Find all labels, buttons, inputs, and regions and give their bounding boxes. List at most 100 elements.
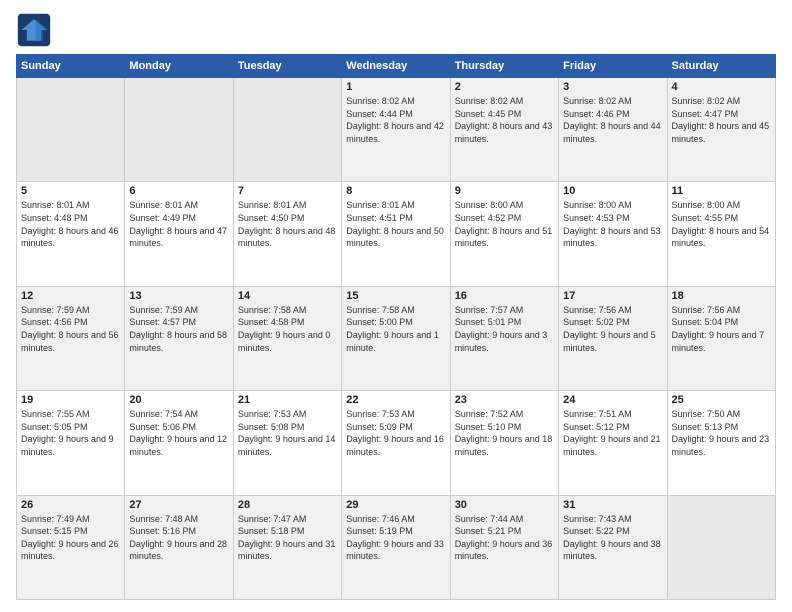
- day-number: 18: [672, 290, 771, 302]
- day-info: Sunrise: 8:02 AM Sunset: 4:45 PM Dayligh…: [455, 95, 554, 145]
- day-number: 15: [346, 290, 445, 302]
- day-info: Sunrise: 7:58 AM Sunset: 5:00 PM Dayligh…: [346, 304, 445, 354]
- day-info: Sunrise: 7:50 AM Sunset: 5:13 PM Dayligh…: [672, 408, 771, 458]
- day-info: Sunrise: 7:56 AM Sunset: 5:02 PM Dayligh…: [563, 304, 662, 354]
- day-number: 20: [129, 394, 228, 406]
- page: SundayMondayTuesdayWednesdayThursdayFrid…: [0, 0, 792, 612]
- weekday-header: Monday: [125, 55, 233, 78]
- day-number: 24: [563, 394, 662, 406]
- calendar-cell: 1 Sunrise: 8:02 AM Sunset: 4:44 PM Daylig…: [342, 78, 450, 182]
- day-number: 21: [238, 394, 337, 406]
- day-info: Sunrise: 8:02 AM Sunset: 4:46 PM Dayligh…: [563, 95, 662, 145]
- day-number: 14: [238, 290, 337, 302]
- calendar-cell: [17, 78, 125, 182]
- day-number: 6: [129, 185, 228, 197]
- calendar-cell: 31 Sunrise: 7:43 AM Sunset: 5:22 PM Dayli…: [559, 495, 667, 599]
- day-number: 27: [129, 499, 228, 511]
- day-info: Sunrise: 7:59 AM Sunset: 4:56 PM Dayligh…: [21, 304, 120, 354]
- day-number: 29: [346, 499, 445, 511]
- calendar-cell: [125, 78, 233, 182]
- day-info: Sunrise: 8:02 AM Sunset: 4:47 PM Dayligh…: [672, 95, 771, 145]
- day-number: 11: [672, 185, 771, 197]
- day-number: 12: [21, 290, 120, 302]
- day-number: 3: [563, 81, 662, 93]
- calendar-cell: 28Sunrise: 7:47 AM Sunset: 5:18 PM Dayli…: [233, 495, 341, 599]
- calendar-cell: 23 Sunrise: 7:52 AM Sunset: 5:10 PM Dayli…: [450, 391, 558, 495]
- calendar-cell: 6 Sunrise: 8:01 AM Sunset: 4:49 PM Daylig…: [125, 182, 233, 286]
- day-number: 16: [455, 290, 554, 302]
- day-info: Sunrise: 7:43 AM Sunset: 5:22 PM Dayligh…: [563, 513, 662, 563]
- day-info: Sunrise: 7:48 AM Sunset: 5:16 PM Dayligh…: [129, 513, 228, 563]
- day-number: 30: [455, 499, 554, 511]
- calendar-cell: 2Sunrise: 8:02 AM Sunset: 4:45 PM Daylig…: [450, 78, 558, 182]
- logo: [16, 12, 56, 48]
- calendar-cell: 4 Sunrise: 8:02 AM Sunset: 4:47 PM Daylig…: [667, 78, 775, 182]
- logo-icon: [16, 12, 52, 48]
- calendar-cell: 25 Sunrise: 7:50 AM Sunset: 5:13 PM Dayli…: [667, 391, 775, 495]
- calendar-cell: 14 Sunrise: 7:58 AM Sunset: 4:58 PM Dayli…: [233, 286, 341, 390]
- day-number: 25: [672, 394, 771, 406]
- day-info: Sunrise: 7:56 AM Sunset: 5:04 PM Dayligh…: [672, 304, 771, 354]
- day-info: Sunrise: 7:59 AM Sunset: 4:57 PM Dayligh…: [129, 304, 228, 354]
- calendar-cell: 10Sunrise: 8:00 AM Sunset: 4:53 PM Dayli…: [559, 182, 667, 286]
- calendar-cell: 30 Sunrise: 7:44 AM Sunset: 5:21 PM Dayli…: [450, 495, 558, 599]
- day-info: Sunrise: 7:46 AM Sunset: 5:19 PM Dayligh…: [346, 513, 445, 563]
- day-info: Sunrise: 7:52 AM Sunset: 5:10 PM Dayligh…: [455, 408, 554, 458]
- calendar-cell: [233, 78, 341, 182]
- day-info: Sunrise: 7:53 AM Sunset: 5:09 PM Dayligh…: [346, 408, 445, 458]
- day-number: 22: [346, 394, 445, 406]
- weekday-header: Friday: [559, 55, 667, 78]
- weekday-header: Wednesday: [342, 55, 450, 78]
- day-number: 1: [346, 81, 445, 93]
- calendar-cell: [667, 495, 775, 599]
- calendar-cell: 13 Sunrise: 7:59 AM Sunset: 4:57 PM Dayli…: [125, 286, 233, 390]
- header: [16, 12, 776, 48]
- calendar-cell: 18 Sunrise: 7:56 AM Sunset: 5:04 PM Dayli…: [667, 286, 775, 390]
- day-info: Sunrise: 7:51 AM Sunset: 5:12 PM Dayligh…: [563, 408, 662, 458]
- calendar-cell: 24 Sunrise: 7:51 AM Sunset: 5:12 PM Dayli…: [559, 391, 667, 495]
- day-info: Sunrise: 8:02 AM Sunset: 4:44 PM Dayligh…: [346, 95, 445, 145]
- weekday-header: Sunday: [17, 55, 125, 78]
- day-info: Sunrise: 7:44 AM Sunset: 5:21 PM Dayligh…: [455, 513, 554, 563]
- day-number: 13: [129, 290, 228, 302]
- calendar-cell: 8Sunrise: 8:01 AM Sunset: 4:51 PM Daylig…: [342, 182, 450, 286]
- calendar-cell: 19 Sunrise: 7:55 AM Sunset: 5:05 PM Dayli…: [17, 391, 125, 495]
- calendar-cell: 16Sunrise: 7:57 AM Sunset: 5:01 PM Dayli…: [450, 286, 558, 390]
- day-number: 9: [455, 185, 554, 197]
- day-info: Sunrise: 8:01 AM Sunset: 4:49 PM Dayligh…: [129, 199, 228, 249]
- day-number: 10: [563, 185, 662, 197]
- calendar-cell: 12 Sunrise: 7:59 AM Sunset: 4:56 PM Dayli…: [17, 286, 125, 390]
- calendar-cell: 27 Sunrise: 7:48 AM Sunset: 5:16 PM Dayli…: [125, 495, 233, 599]
- day-number: 23: [455, 394, 554, 406]
- day-info: Sunrise: 7:54 AM Sunset: 5:06 PM Dayligh…: [129, 408, 228, 458]
- day-number: 26: [21, 499, 120, 511]
- calendar-table: SundayMondayTuesdayWednesdayThursdayFrid…: [16, 54, 776, 600]
- calendar-cell: 5 Sunrise: 8:01 AM Sunset: 4:48 PM Daylig…: [17, 182, 125, 286]
- calendar-cell: 20 Sunrise: 7:54 AM Sunset: 5:06 PM Dayli…: [125, 391, 233, 495]
- day-number: 5: [21, 185, 120, 197]
- calendar-cell: 15 Sunrise: 7:58 AM Sunset: 5:00 PM Dayli…: [342, 286, 450, 390]
- weekday-header: Tuesday: [233, 55, 341, 78]
- calendar-cell: 11Sunrise: 8:00 AM Sunset: 4:55 PM Dayli…: [667, 182, 775, 286]
- day-number: 17: [563, 290, 662, 302]
- day-number: 31: [563, 499, 662, 511]
- day-number: 4: [672, 81, 771, 93]
- day-info: Sunrise: 7:47 AM Sunset: 5:18 PM Dayligh…: [238, 513, 337, 563]
- day-info: Sunrise: 8:01 AM Sunset: 4:48 PM Dayligh…: [21, 199, 120, 249]
- day-info: Sunrise: 8:01 AM Sunset: 4:50 PM Dayligh…: [238, 199, 337, 249]
- day-info: Sunrise: 7:58 AM Sunset: 4:58 PM Dayligh…: [238, 304, 337, 354]
- day-number: 8: [346, 185, 445, 197]
- calendar-cell: 21 Sunrise: 7:53 AM Sunset: 5:08 PM Dayli…: [233, 391, 341, 495]
- day-info: Sunrise: 7:53 AM Sunset: 5:08 PM Dayligh…: [238, 408, 337, 458]
- calendar-cell: 22 Sunrise: 7:53 AM Sunset: 5:09 PM Dayli…: [342, 391, 450, 495]
- calendar-cell: 7 Sunrise: 8:01 AM Sunset: 4:50 PM Daylig…: [233, 182, 341, 286]
- calendar-cell: 17 Sunrise: 7:56 AM Sunset: 5:02 PM Dayli…: [559, 286, 667, 390]
- calendar-cell: 9Sunrise: 8:00 AM Sunset: 4:52 PM Daylig…: [450, 182, 558, 286]
- day-number: 19: [21, 394, 120, 406]
- calendar-cell: 29 Sunrise: 7:46 AM Sunset: 5:19 PM Dayli…: [342, 495, 450, 599]
- calendar-cell: 26Sunrise: 7:49 AM Sunset: 5:15 PM Dayli…: [17, 495, 125, 599]
- day-number: 7: [238, 185, 337, 197]
- day-info: Sunrise: 7:55 AM Sunset: 5:05 PM Dayligh…: [21, 408, 120, 458]
- weekday-header: Saturday: [667, 55, 775, 78]
- weekday-header: Thursday: [450, 55, 558, 78]
